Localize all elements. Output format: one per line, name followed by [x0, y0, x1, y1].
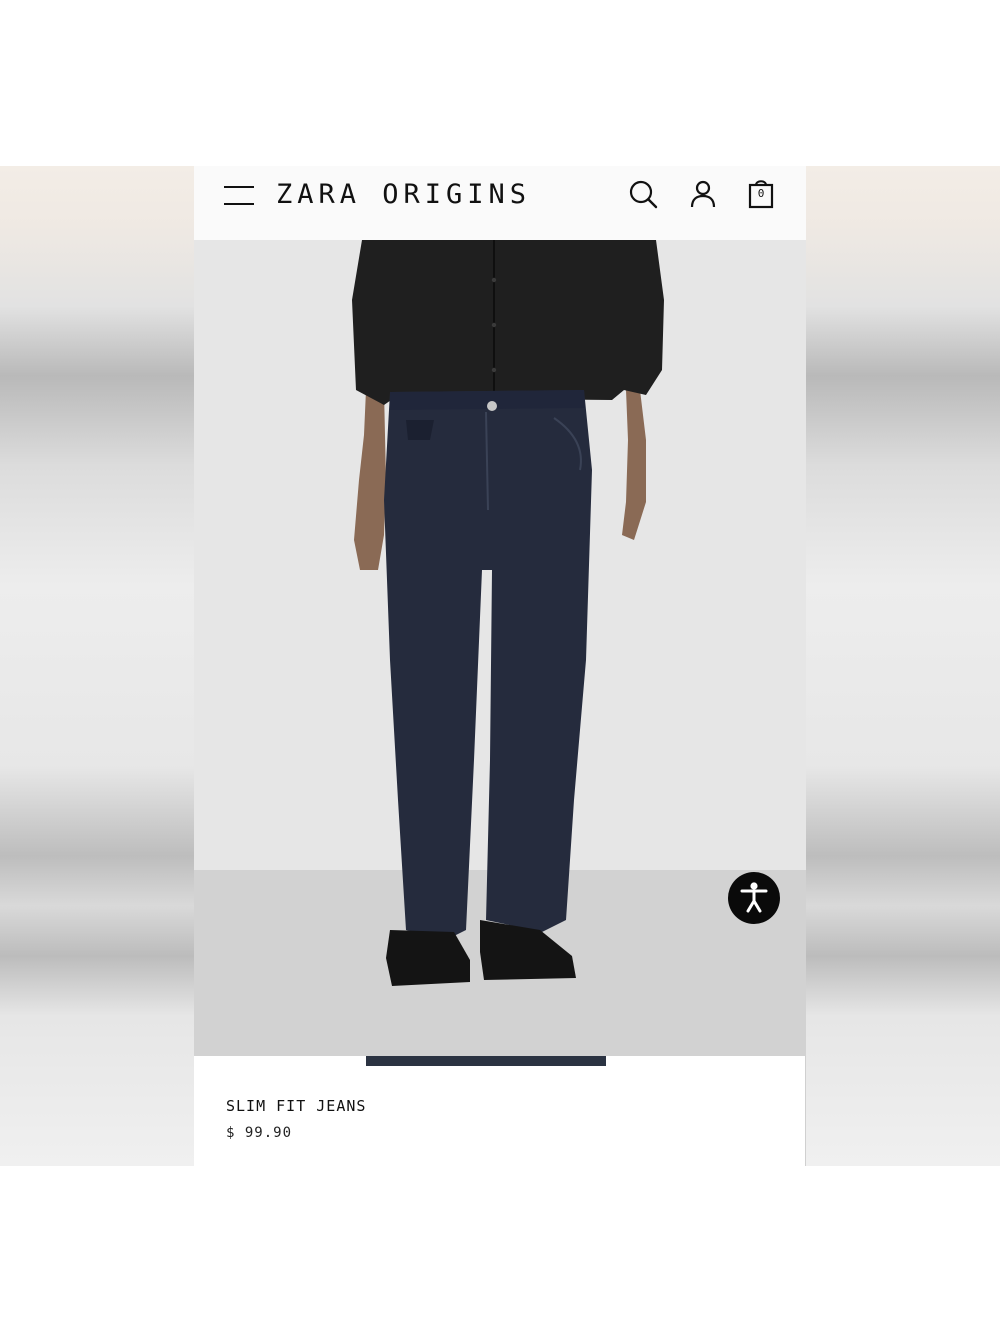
bag-count: 0 [757, 187, 765, 200]
product-image[interactable] [194, 240, 806, 1056]
product-name[interactable]: SLIM FIT JEANS [226, 1097, 366, 1115]
blurred-backdrop-right [806, 166, 1000, 1166]
divider [805, 1056, 806, 1166]
search-icon[interactable] [625, 176, 661, 212]
model-figure [352, 240, 664, 986]
accessibility-icon[interactable] [728, 872, 780, 924]
mobile-screen: ZARA ORIGINS 0 SLIM FIT JEANS $ 99.90 [194, 166, 806, 1166]
top-bar: ZARA ORIGINS 0 [194, 166, 806, 240]
menu-icon[interactable] [224, 184, 254, 206]
account-icon[interactable] [685, 176, 721, 212]
product-info: SLIM FIT JEANS $ 99.90 [226, 1097, 366, 1141]
product-price: $ 99.90 [226, 1125, 293, 1141]
blurred-backdrop-left [0, 166, 194, 1166]
brand-logo[interactable]: ZARA ORIGINS [276, 178, 531, 212]
bag-icon[interactable]: 0 [743, 176, 779, 212]
next-image-peek[interactable] [366, 1056, 606, 1066]
